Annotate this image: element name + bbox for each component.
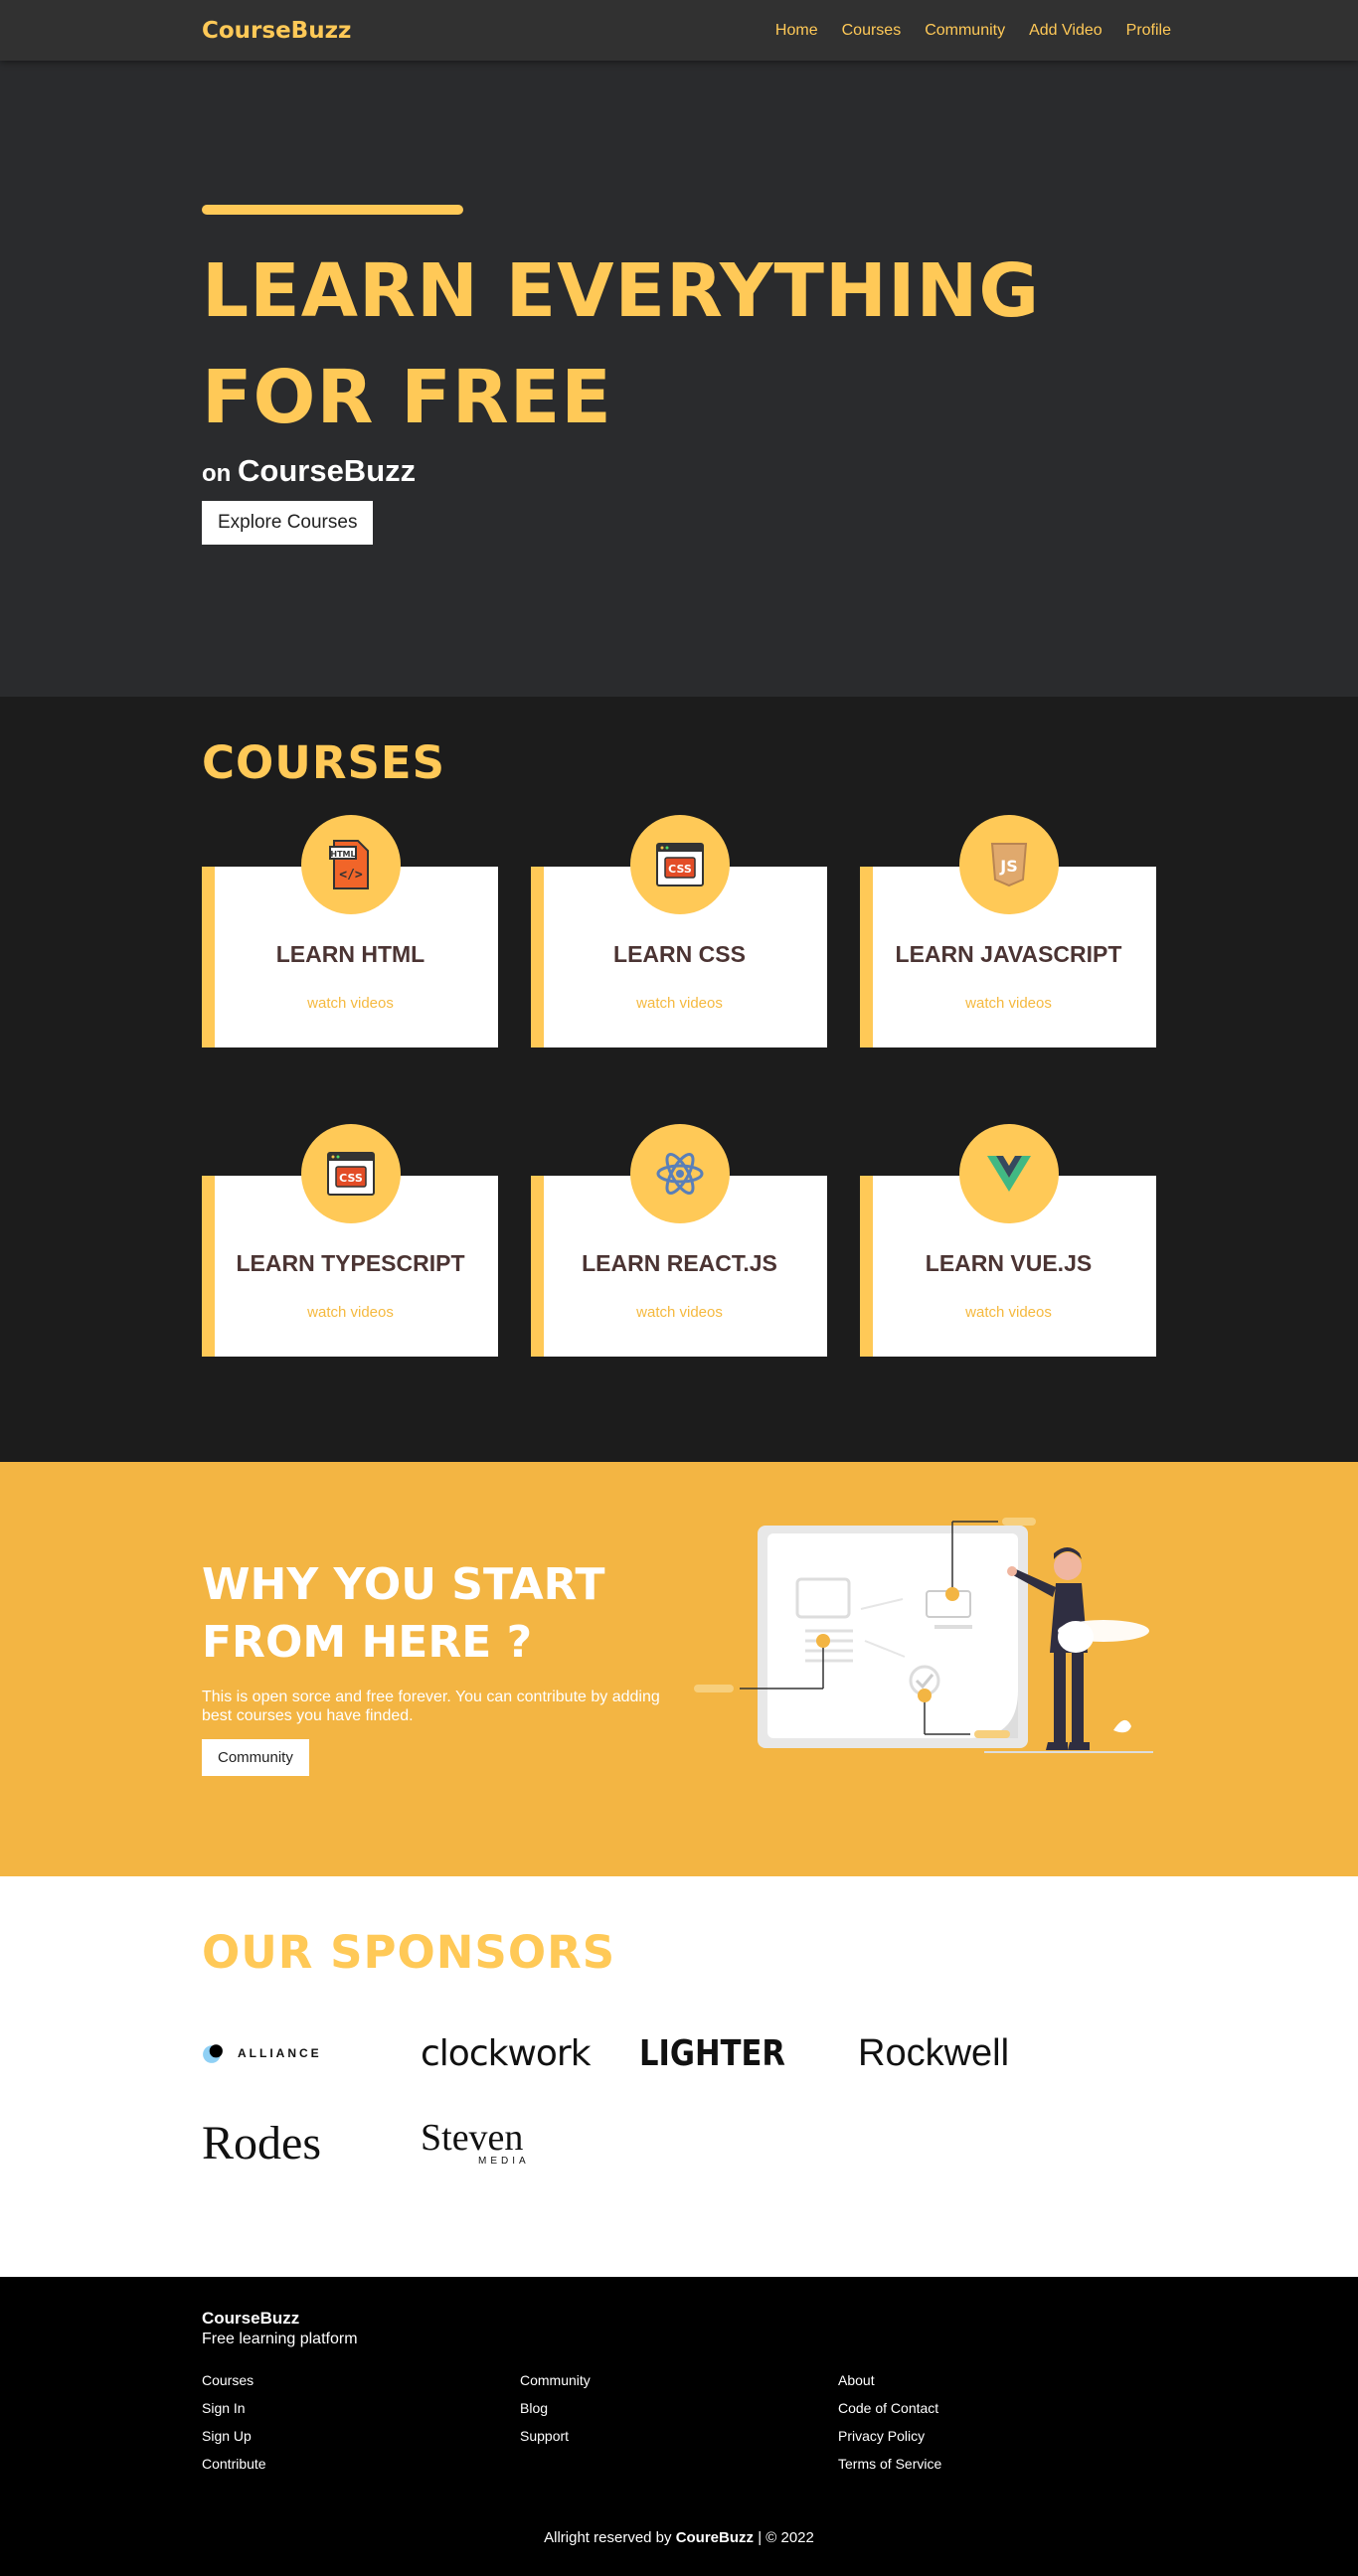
hero-subtitle: on CourseBuzz [202,453,1358,489]
copyright-suffix: | © 2022 [758,2529,814,2546]
footer-brand: CourseBuzz [202,2309,300,2328]
watch-videos-link[interactable]: watch videos [532,1304,827,1321]
course-card-css[interactable]: CSS LEARN CSS watch videos [531,815,827,1047]
footer-tagline: Free learning platform [202,2331,358,2347]
nav-link-profile[interactable]: Profile [1126,22,1171,40]
hero-subtitle-prefix: on [202,460,232,487]
nav-link-community[interactable]: Community [925,22,1005,40]
svg-text:JS: JS [999,857,1017,876]
why-title-line1: WHY YOU START [202,1559,605,1610]
sponsor-logos: ALLIANCE clockwork LIGHTER Rockwell Rode… [202,2028,1358,2170]
courses-title: COURSES [202,736,446,789]
footer-link-courses[interactable]: Courses [202,2372,520,2388]
sponsors-title: OUR SPONSORS [202,1926,616,1979]
sponsor-logo-text: Rodes [202,2116,321,2170]
sponsors-section: OUR SPONSORS ALLIANCE clockwork LIGHTER … [0,1876,1358,2277]
footer-columns: Courses Sign In Sign Up Contribute Commu… [202,2372,1358,2484]
css-window-icon: CSS [629,815,730,914]
footer-link-privacy-policy[interactable]: Privacy Policy [838,2428,1156,2444]
why-title-line2: FROM HERE ? [202,1617,533,1668]
course-card-title: LEARN HTML [275,941,425,967]
course-card-title: LEARN VUE.JS [925,1250,1093,1276]
nav-link-home[interactable]: Home [775,22,818,40]
course-card-vue[interactable]: LEARN VUE.JS watch videos [860,1124,1156,1357]
alliance-mark-icon [203,2044,223,2063]
footer-link-contribute[interactable]: Contribute [202,2456,520,2472]
copyright: Allright reserved by CoureBuzz | © 2022 [0,2529,1358,2546]
presentation-illustration [694,1518,1153,1753]
navbar: CourseBuzz Home Courses Community Add Vi… [0,0,1358,61]
footer-link-community[interactable]: Community [520,2372,838,2388]
hero-accent-bar [202,205,463,215]
sponsor-logo-rockwell[interactable]: Rockwell [858,2028,1077,2078]
watch-videos-link[interactable]: watch videos [861,995,1156,1012]
vue-logo-icon [958,1124,1059,1223]
html-file-icon: HTML </> [300,815,401,914]
watch-videos-link[interactable]: watch videos [532,995,827,1012]
sponsor-logo-text: Steven [421,2116,524,2159]
sponsor-logo-clockwork[interactable]: clockwork [421,2028,639,2078]
svg-text:CSS: CSS [668,863,692,876]
footer-link-support[interactable]: Support [520,2428,838,2444]
sponsor-logo-steven-media[interactable]: Steven MEDIA [421,2118,639,2168]
nav-links: Home Courses Community Add Video Profile [775,22,1171,40]
sponsor-logo-lighter[interactable]: LIGHTER [639,2028,858,2078]
courses-section: COURSES HTML </> LEARN HTML watch videos [0,697,1358,1462]
footer-col-2: Community Blog Support [520,2372,838,2484]
watch-videos-link[interactable]: watch videos [861,1304,1156,1321]
course-card-javascript[interactable]: JS LEARN JAVASCRIPT watch videos [860,815,1156,1047]
courses-grid: HTML </> LEARN HTML watch videos CSS LEA… [202,815,1358,1485]
watch-videos-link[interactable]: watch videos [203,995,498,1012]
footer-link-blog[interactable]: Blog [520,2400,838,2416]
sponsor-logo-alliance[interactable]: ALLIANCE [202,2028,421,2078]
brand-logo[interactable]: CourseBuzz [202,18,351,44]
react-atom-icon [629,1124,730,1223]
hero-subtitle-brand: CourseBuzz [238,453,417,488]
explore-courses-button[interactable]: Explore Courses [202,501,374,545]
hero-title: LEARN EVERYTHING FOR FREE [202,239,1358,451]
course-card-html[interactable]: HTML </> LEARN HTML watch videos [202,815,498,1047]
community-button[interactable]: Community [202,1739,309,1776]
svg-text:CSS: CSS [339,1172,363,1185]
sponsor-logo-text: clockwork [421,2032,592,2074]
sponsor-logo-text: LIGHTER [639,2032,785,2074]
why-section: WHY YOU START FROM HERE ? This is open s… [0,1462,1358,1876]
svg-text:HTML: HTML [330,850,355,859]
course-card-title: LEARN REACT.JS [582,1250,777,1276]
nav-link-add-video[interactable]: Add Video [1029,22,1103,40]
hero-section: LEARN EVERYTHING FOR FREE on CourseBuzz … [0,61,1358,697]
watch-videos-link[interactable]: watch videos [203,1304,498,1321]
footer-col-1: Courses Sign In Sign Up Contribute [202,2372,520,2484]
sponsor-logo-text: Rockwell [858,2031,1010,2074]
copyright-brand: CoureBuzz [675,2529,755,2546]
footer-link-about[interactable]: About [838,2372,1156,2388]
js-shield-icon: JS [958,815,1059,914]
course-card-title: LEARN CSS [613,941,746,967]
sponsor-logo-subtext: MEDIA [478,2155,530,2167]
css-window-icon: CSS [300,1124,401,1223]
footer-link-terms[interactable]: Terms of Service [838,2456,1156,2472]
svg-text:</>: </> [339,868,363,883]
sponsor-logo-text: ALLIANCE [238,2046,322,2060]
course-card-title: LEARN TYPESCRIPT [236,1250,465,1276]
why-text: This is open sorce and free forever. You… [202,1689,660,1724]
footer-link-sign-up[interactable]: Sign Up [202,2428,520,2444]
footer-link-sign-in[interactable]: Sign In [202,2400,520,2416]
course-card-react[interactable]: LEARN REACT.JS watch videos [531,1124,827,1357]
course-card-title: LEARN JAVASCRIPT [895,941,1122,967]
footer-col-3: About Code of Contact Privacy Policy Ter… [838,2372,1156,2484]
nav-link-courses[interactable]: Courses [842,22,902,40]
footer: CourseBuzz Free learning platform Course… [0,2277,1358,2576]
sponsor-logo-rodes[interactable]: Rodes [202,2116,421,2170]
copyright-prefix: Allright reserved by [544,2529,672,2546]
course-card-typescript[interactable]: CSS LEARN TYPESCRIPT watch videos [202,1124,498,1357]
footer-link-code-of-contact[interactable]: Code of Contact [838,2400,1156,2416]
hero-title-line2: FOR FREE [202,355,612,440]
hero-title-line1: LEARN EVERYTHING [202,248,1041,334]
